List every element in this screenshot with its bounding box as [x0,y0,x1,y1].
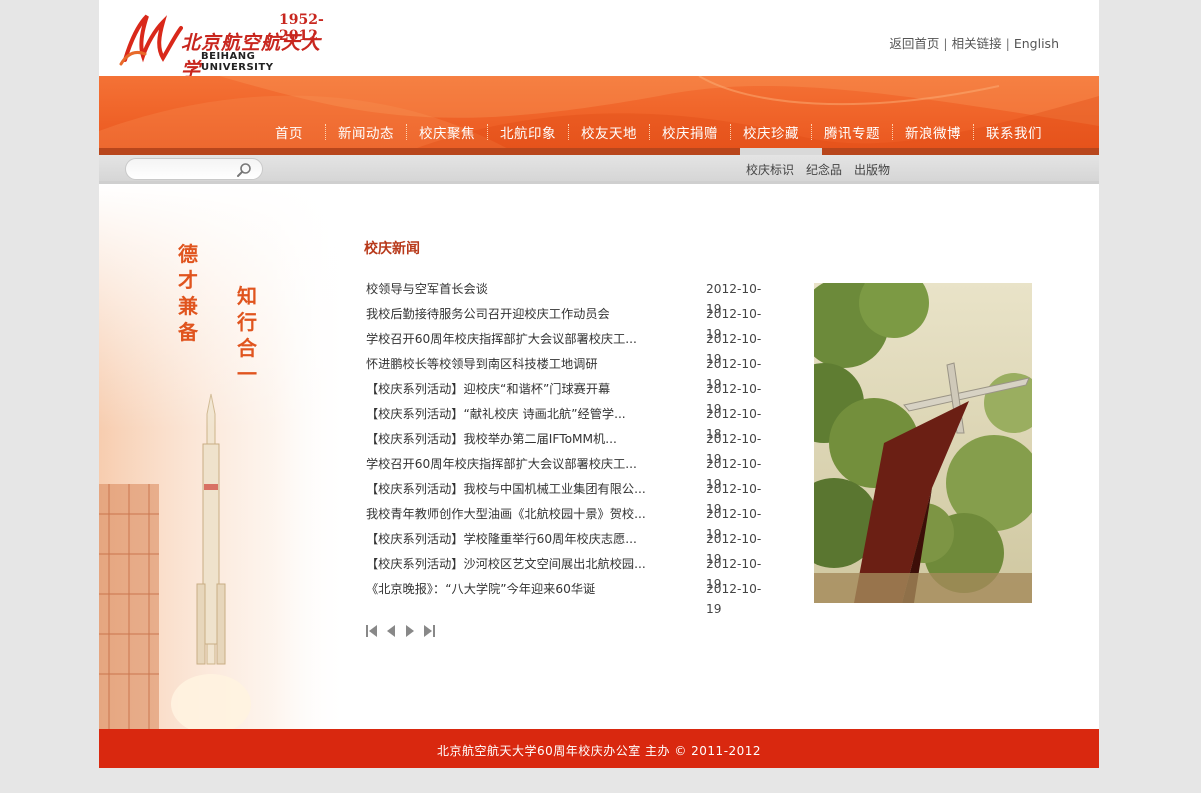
nav-item-tencent[interactable]: 腾讯专题 [812,122,892,142]
last-page-icon[interactable] [423,624,435,638]
news-date: 2012-10-19 [706,582,762,616]
nav-item-weibo[interactable]: 新浪微博 [893,122,973,142]
featured-photo[interactable] [814,283,1032,603]
nav-item-donation[interactable]: 校庆捐赠 [650,122,730,142]
news-title[interactable]: 学校召开60周年校庆指挥部扩大会议部署校庆工... [366,454,666,479]
nav-bottom-strip [99,148,1099,155]
sub-nav: 校庆标识 纪念品 出版物 [746,161,902,178]
news-title[interactable]: 我校后勤接待服务公司召开迎校庆工作动员会 [366,304,666,329]
news-title[interactable]: 【校庆系列活动】“献礼校庆 诗画北航”经管学... [366,404,666,429]
top-links-separator: | [1005,36,1010,51]
list-item: 我校青年教师创作大型油画《北航校园十景》贺校... 2012-10-19 [366,504,776,541]
nav-item-impression[interactable]: 北航印象 [488,122,568,142]
list-item: 【校庆系列活动】我校举办第二届IFToMM机... 2012-10-19 [366,429,776,466]
list-item: 【校庆系列活动】“献礼校庆 诗画北航”经管学... 2012-10-18 [366,404,776,441]
page: 1952-2012 北京航空航天大学 BEIHANG UNIVERSITY 返回… [99,0,1099,768]
top-links-separator: | [943,36,948,51]
logo-english-name: BEIHANG UNIVERSITY [201,51,274,73]
list-item: 学校召开60周年校庆指挥部扩大会议部署校庆工... 2012-10-19 [366,454,776,491]
nav-item-news[interactable]: 新闻动态 [326,122,406,142]
list-item: 《北京晚报》：“八大学院”今年迎来60华诞 2012-10-19 [366,579,776,616]
search-box [125,158,263,180]
news-title[interactable]: 【校庆系列活动】我校与中国机械工业集团有限公... [366,479,666,504]
english-link[interactable]: English [1014,36,1059,51]
subnav-item-logo[interactable]: 校庆标识 [746,161,794,178]
nav-item-contact[interactable]: 联系我们 [974,122,1054,142]
list-item: 【校庆系列活动】迎校庆“和谐杯”门球赛开幕 2012-10-19 [366,379,776,416]
section-title: 校庆新闻 [364,241,420,257]
news-date: 2012-10-19 [706,457,762,491]
list-item: 【校庆系列活动】沙河校区艺文空间展出北航校园... 2012-10-19 [366,554,776,591]
news-title[interactable]: 校领导与空军首长会谈 [366,279,666,304]
top-links: 返回首页 | 相关链接 | English [889,33,1059,52]
news-title[interactable]: 我校青年教师创作大型油画《北航校园十景》贺校... [366,504,666,529]
footer: 北京航空航天大学60周年校庆办公室 主办 © 2011-2012 [99,729,1099,768]
active-tab-indicator [740,148,822,155]
nav-item-collection[interactable]: 校庆珍藏 [731,122,811,142]
news-date: 2012-10-19 [706,532,762,566]
list-item: 【校庆系列活动】学校隆重举行60周年校庆志愿... 2012-10-19 [366,529,776,566]
motto-column-1: 德才兼备 [178,242,198,344]
news-date: 2012-10-19 [706,432,762,466]
main-nav: 首页 新闻动态 校庆聚焦 北航印象 校友天地 校庆捐赠 校庆珍藏 腾讯专题 新浪… [99,76,1099,155]
monument-photo-illustration [814,283,1032,603]
news-date: 2012-10-19 [706,332,762,366]
next-page-icon[interactable] [404,624,416,638]
news-date: 2012-10-18 [706,407,762,441]
news-title[interactable]: 学校召开60周年校庆指挥部扩大会议部署校庆工... [366,329,666,354]
news-date: 2012-10-19 [706,507,762,541]
list-item: 校领导与空军首长会谈 2012-10-19 [366,279,776,316]
left-decorative-panel: 德才兼备 知行合一 [99,184,349,729]
news-title[interactable]: 【校庆系列活动】迎校庆“和谐杯”门球赛开幕 [366,379,666,404]
nav-item-alumni[interactable]: 校友天地 [569,122,649,142]
news-date: 2012-10-19 [706,357,762,391]
logo-mark-icon [119,14,183,66]
subnav-item-publication[interactable]: 出版物 [854,161,890,178]
news-title[interactable]: 怀进鹏校长等校领导到南区科技楼工地调研 [366,354,666,379]
nav-items: 首页 新闻动态 校庆聚焦 北航印象 校友天地 校庆捐赠 校庆珍藏 腾讯专题 新浪… [259,122,1054,142]
subnav-item-souvenir[interactable]: 纪念品 [806,161,842,178]
sub-bar: 校庆标识 纪念品 出版物 [99,155,1099,184]
news-title[interactable]: 【校庆系列活动】学校隆重举行60周年校庆志愿... [366,529,666,554]
list-item: 怀进鹏校长等校领导到南区科技楼工地调研 2012-10-19 [366,354,776,391]
list-item: 【校庆系列活动】我校与中国机械工业集团有限公... 2012-10-19 [366,479,776,516]
header: 1952-2012 北京航空航天大学 BEIHANG UNIVERSITY 返回… [99,0,1099,81]
pager [366,624,435,638]
university-logo[interactable]: 1952-2012 北京航空航天大学 BEIHANG UNIVERSITY [117,10,327,81]
news-date: 2012-10-19 [706,282,762,316]
news-date: 2012-10-19 [706,557,762,591]
news-title[interactable]: 【校庆系列活动】我校举办第二届IFToMM机... [366,429,666,454]
list-item: 学校召开60周年校庆指挥部扩大会议部署校庆工... 2012-10-19 [366,329,776,366]
news-list: 校领导与空军首长会谈 2012-10-19 我校后勤接待服务公司召开迎校庆工作动员… [366,279,776,616]
news-title[interactable]: 【校庆系列活动】沙河校区艺文空间展出北航校园... [366,554,666,579]
news-date: 2012-10-19 [706,482,762,516]
search-icon[interactable] [236,162,252,178]
nav-item-home[interactable]: 首页 [259,122,325,142]
banner-swirl-decoration [99,76,1099,155]
news-title[interactable]: 《北京晚报》：“八大学院”今年迎来60华诞 [366,579,666,604]
home-link[interactable]: 返回首页 [889,36,939,51]
prev-page-icon[interactable] [385,624,397,638]
news-date: 2012-10-19 [706,382,762,416]
motto-column-2: 知行合一 [237,284,257,386]
list-item: 我校后勤接待服务公司召开迎校庆工作动员会 2012-10-19 [366,304,776,341]
search-input[interactable] [134,161,234,177]
first-page-icon[interactable] [366,624,378,638]
nav-item-focus[interactable]: 校庆聚焦 [407,122,487,142]
rocket-launch-illustration [99,184,349,729]
related-links-link[interactable]: 相关链接 [952,36,1002,51]
news-date: 2012-10-19 [706,307,762,341]
